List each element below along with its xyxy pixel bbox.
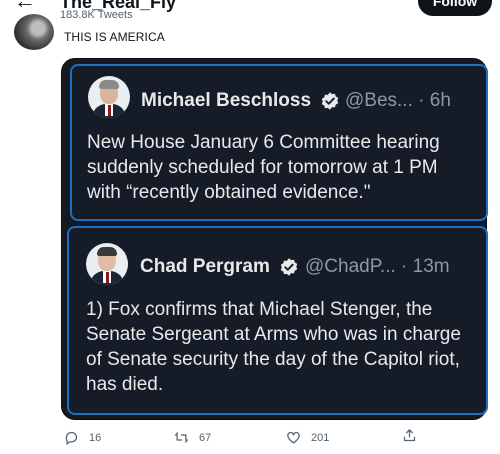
reply-count: 16 (89, 431, 102, 444)
quoted-author-handle: @ChadP... · 13m (305, 256, 450, 277)
verified-badge-icon (280, 258, 298, 276)
quoted-tweet-text: 1) Fox confirms that Michael Stenger, th… (86, 299, 461, 395)
author-avatar[interactable] (14, 14, 54, 50)
retweet-count: 67 (199, 431, 212, 444)
quoted-tweet-text: New House January 6 Committee hearing su… (87, 132, 440, 203)
tweet-actions: 16 67 201 (0, 426, 500, 450)
retweet-icon (174, 432, 189, 443)
tweet-text: THIS IS AMERICA (64, 30, 165, 44)
quoted-author-name: Chad Pergram (140, 256, 270, 277)
quoted-time: 13m (412, 256, 450, 277)
like-count: 201 (311, 431, 330, 444)
verified-badge-icon (321, 92, 339, 110)
heart-icon (287, 431, 300, 444)
share-button[interactable] (402, 428, 417, 443)
quoted-author-avatar (86, 243, 128, 285)
profile-header: ← The_Real_Fly 183.8K Tweets Follow (0, 0, 500, 22)
quoted-time: 6h (429, 90, 451, 111)
reply-button[interactable]: 16 (64, 430, 101, 445)
share-icon (403, 429, 416, 442)
quoted-author-handle: @Bes... · 6h (345, 90, 451, 111)
quoted-author-avatar (88, 76, 130, 118)
follow-button[interactable]: Follow (418, 0, 492, 16)
like-button[interactable]: 201 (286, 430, 329, 445)
back-arrow-icon[interactable]: ← (14, 0, 36, 14)
reply-icon (65, 431, 78, 445)
quoted-author-name: Michael Beschloss (141, 90, 312, 111)
retweet-button[interactable]: 67 (174, 430, 211, 445)
tweet-count: 183.8K Tweets (60, 9, 133, 21)
